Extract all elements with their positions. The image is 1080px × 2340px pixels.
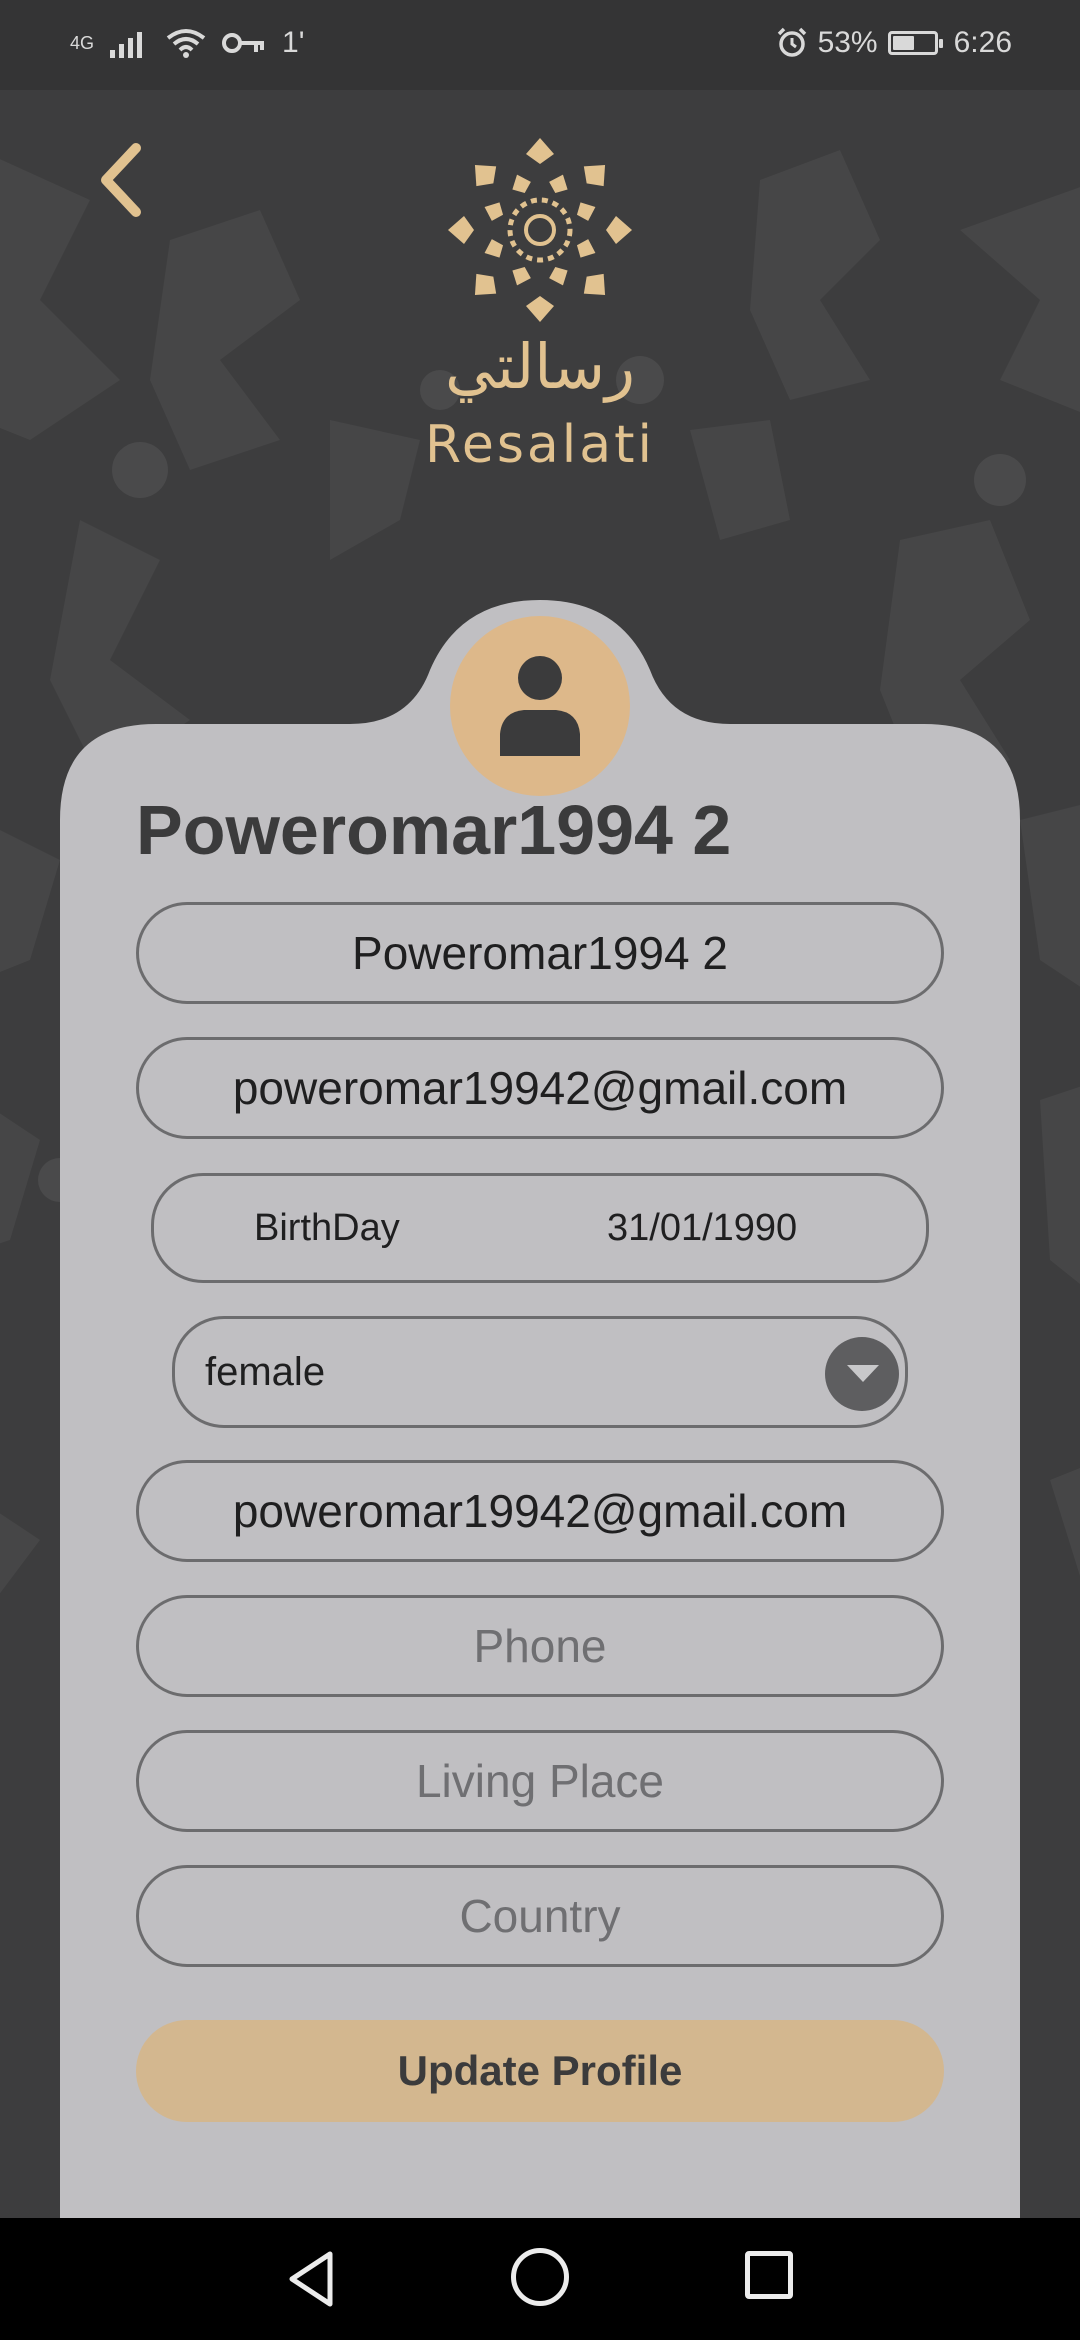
status-right-group: 53% 6:26	[776, 26, 1012, 60]
email-field[interactable]: poweromar19942@gmail.com	[136, 1037, 944, 1139]
phone-field[interactable]: Phone	[136, 1595, 944, 1697]
key-icon	[222, 33, 265, 53]
triangle-back-icon[interactable]	[282, 2248, 342, 2310]
battery-percent: 53%	[817, 26, 878, 59]
country-field[interactable]: Country	[136, 1865, 944, 1967]
network-type: 4G	[70, 32, 95, 53]
battery-icon	[887, 31, 943, 55]
name-field[interactable]: Poweromar1994 2	[136, 902, 944, 1004]
status-bar: 4G 1' 53% 6:26	[0, 0, 1080, 90]
status-left-group: 4G 1'	[70, 26, 304, 60]
profile-form: Poweromar1994 2 Poweromar1994 2 poweroma…	[0, 0, 1080, 2220]
battery-level	[892, 36, 914, 50]
living-place-field[interactable]: Living Place	[136, 1730, 944, 1832]
alarm-icon	[777, 27, 806, 57]
birthday-field[interactable]: BirthDay 31/01/1990	[151, 1173, 929, 1283]
caret-down-icon[interactable]	[825, 1337, 899, 1411]
square-recents-icon[interactable]	[745, 2251, 793, 2299]
gender-select[interactable]: female	[172, 1316, 908, 1428]
profile-title: Poweromar1994 2	[136, 791, 732, 869]
clock: 6:26	[953, 26, 1012, 59]
wifi-icon	[166, 29, 206, 58]
secondary-email-field[interactable]: poweromar19942@gmail.com	[136, 1460, 944, 1562]
update-profile-button[interactable]: Update Profile	[136, 2020, 944, 2122]
system-nav-bar	[0, 2218, 1080, 2340]
signal-icon	[110, 32, 143, 58]
circle-home-icon[interactable]	[511, 2248, 569, 2306]
birthday-value: 31/01/1990	[607, 1206, 798, 1249]
sync-indicator: 1'	[282, 26, 305, 59]
birthday-label: BirthDay	[254, 1206, 400, 1249]
gender-selected-value: female	[205, 1349, 326, 1394]
